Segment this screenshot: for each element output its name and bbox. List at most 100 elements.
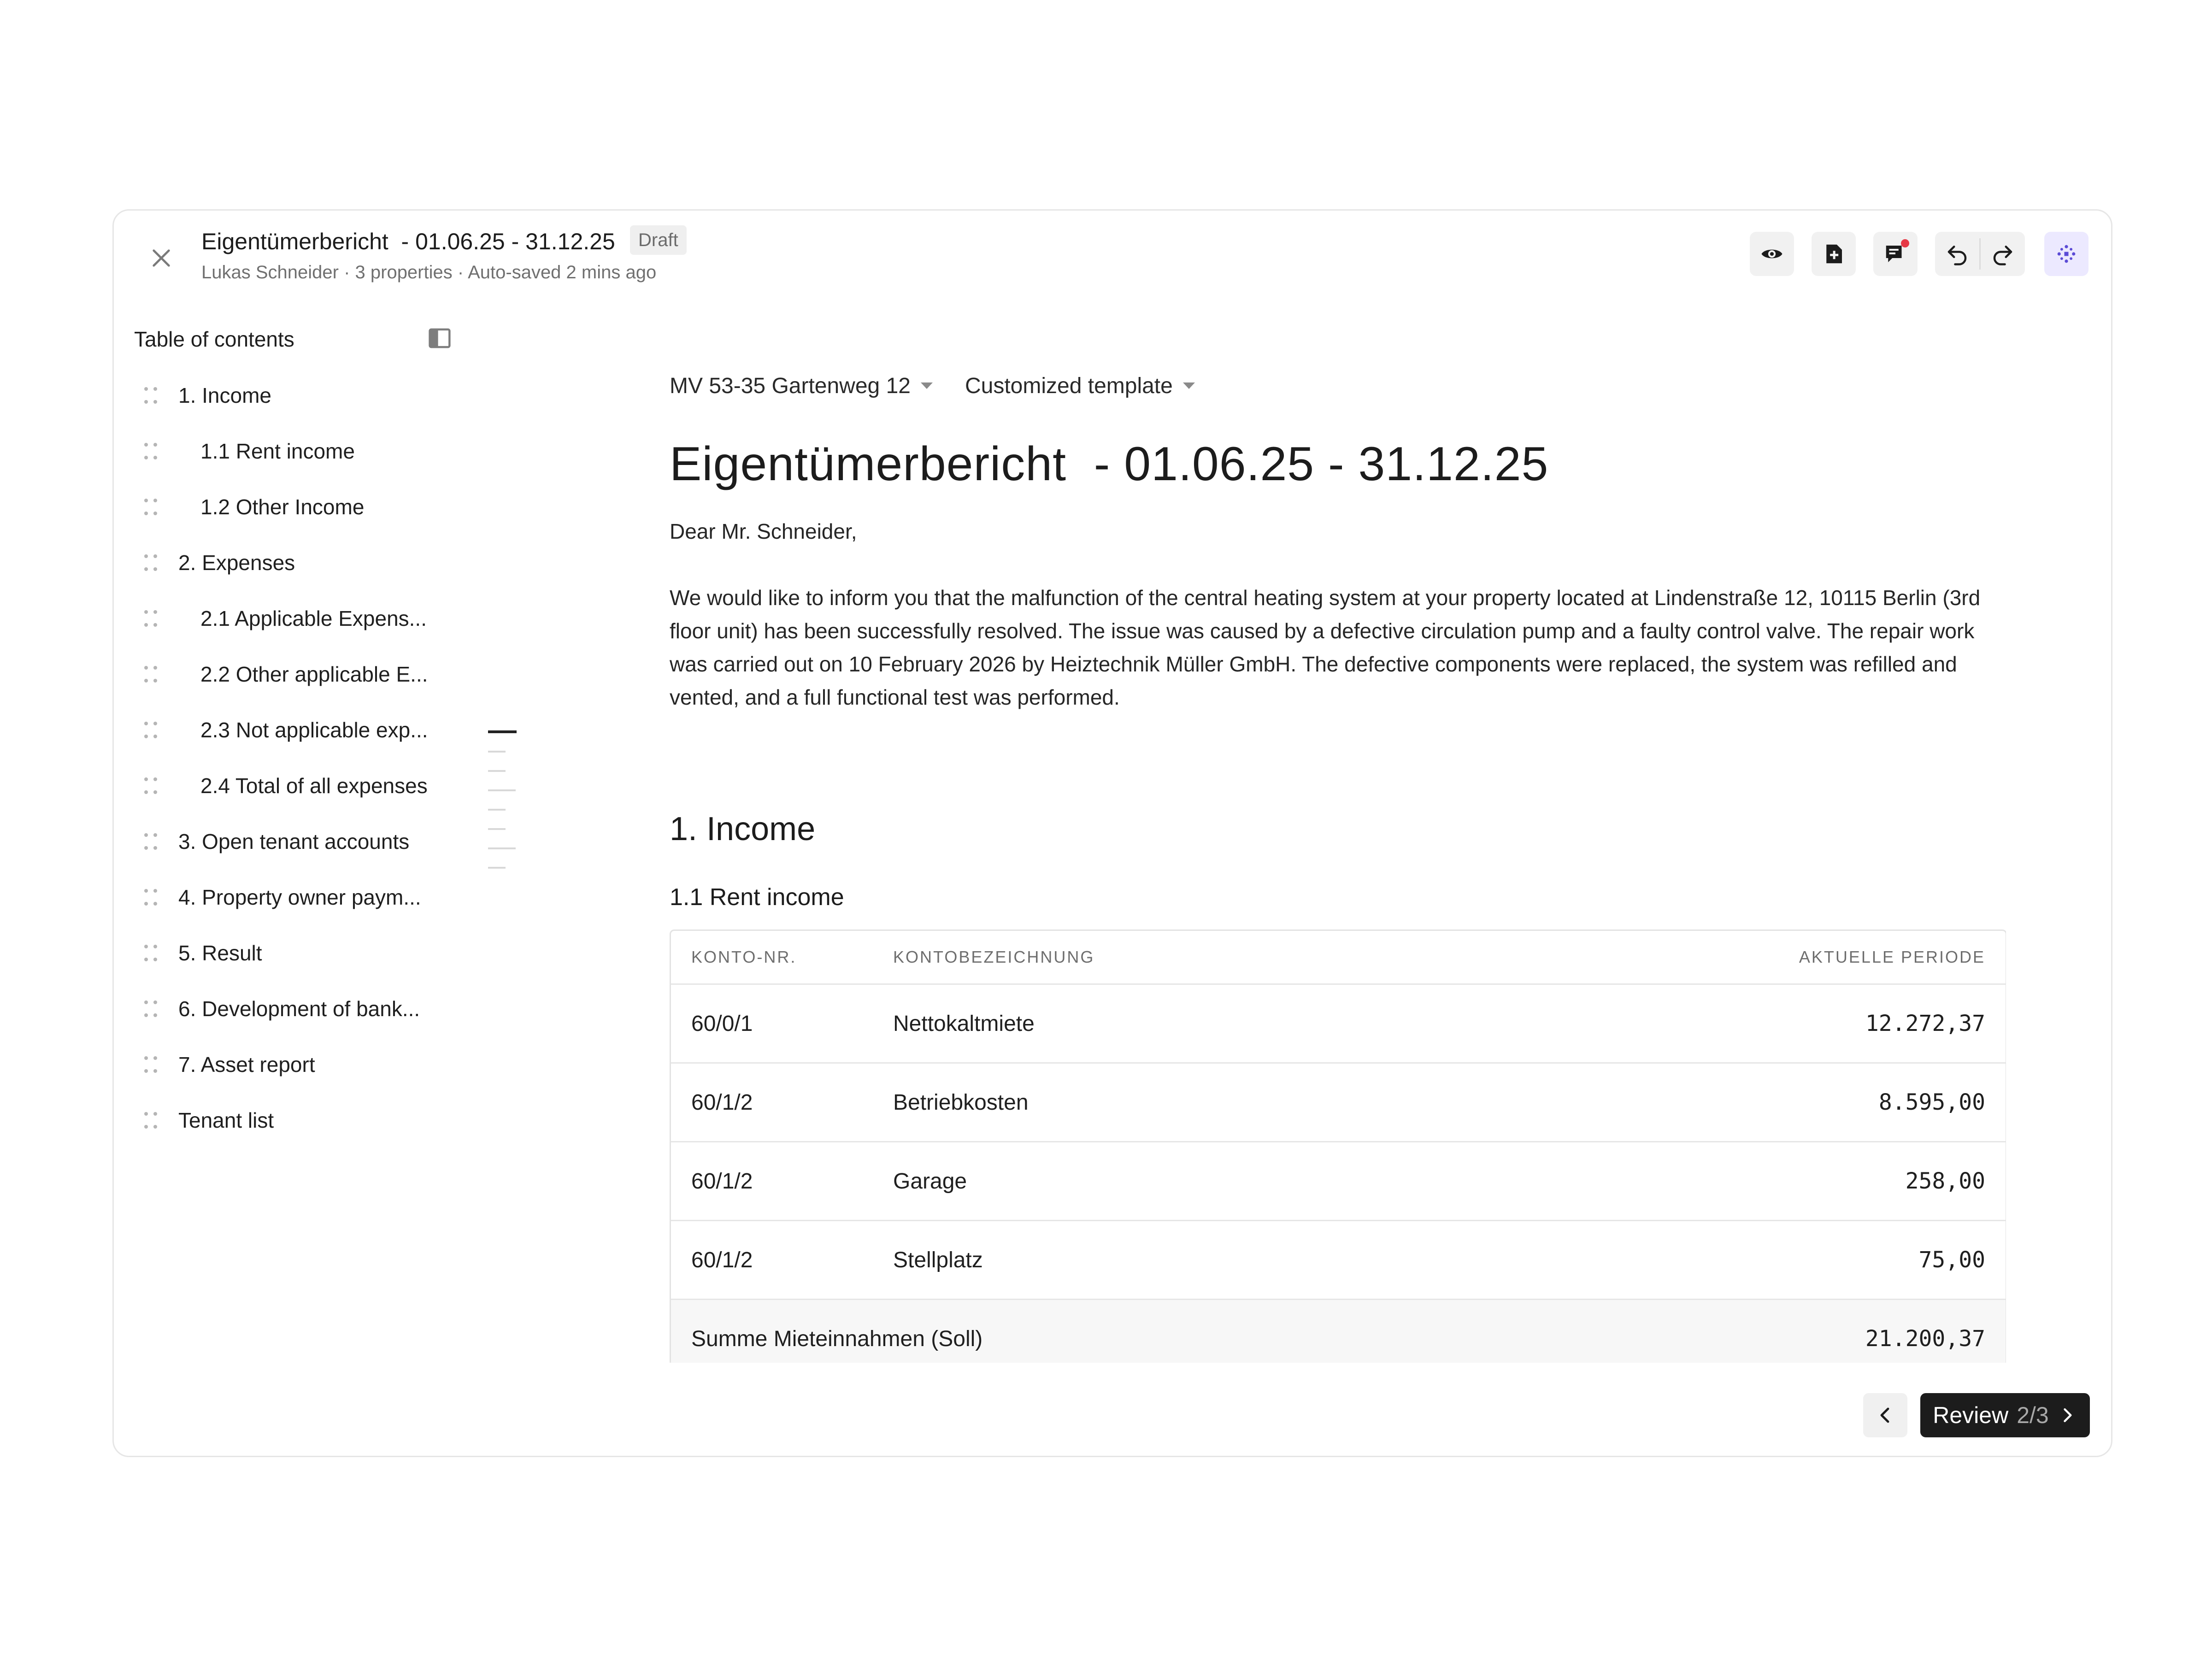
undo-button[interactable] (1935, 232, 1979, 276)
caret-down-icon (920, 382, 933, 389)
drag-handle-icon[interactable] (140, 607, 162, 629)
add-page-icon (1826, 244, 1842, 264)
toc-item[interactable]: 7. Asset report (134, 1036, 530, 1092)
history-button-group (1935, 232, 2025, 276)
drag-handle-icon[interactable] (140, 496, 162, 518)
toc-item-label: 2.1 Applicable Expens... (200, 606, 427, 630)
table-row[interactable]: 60/1/2 Betriebkosten 8.595,00 (671, 1062, 2006, 1141)
notification-dot (1901, 239, 1909, 247)
previous-review-button[interactable] (1863, 1393, 1907, 1437)
toc-item[interactable]: 5. Result (134, 925, 530, 981)
sum-value: 21.200,37 (1865, 1326, 1985, 1352)
drag-handle-icon[interactable] (140, 384, 162, 406)
review-next-button[interactable]: Review 2/3 (1920, 1393, 2090, 1437)
document-heading[interactable]: Eigentümerbericht - 01.06.25 - 31.12.25 (670, 432, 2006, 496)
toc-item[interactable]: 2.1 Applicable Expens... (134, 590, 530, 646)
toc-item[interactable]: 1. Income (134, 367, 530, 423)
comments-button-group (1873, 232, 1918, 276)
drag-handle-icon[interactable] (140, 663, 162, 685)
cell-konto: 60/1/2 (691, 1090, 753, 1115)
document-minimap[interactable] (488, 730, 520, 886)
toc-item-label: 3. Open tenant accounts (178, 829, 410, 853)
toc-collapse-button[interactable] (427, 326, 452, 351)
status-badge: Draft (630, 225, 687, 255)
toc-item-label: 1. Income (178, 383, 271, 407)
table-row[interactable]: 60/0/1 Nettokaltmiete 12.272,37 (671, 983, 2006, 1062)
toc-item-label: 2.4 Total of all expenses (200, 773, 428, 798)
add-page-button[interactable] (1812, 232, 1856, 276)
cell-betrag: 75,00 (1918, 1247, 1986, 1273)
template-dropdown[interactable]: Customized template (965, 373, 1195, 399)
toc-item-label: 1.1 Rent income (200, 439, 355, 463)
close-icon (153, 249, 170, 267)
toc-item[interactable]: Tenant list (134, 1092, 530, 1148)
toc-item[interactable]: 3. Open tenant accounts (134, 813, 530, 869)
drag-handle-icon[interactable] (140, 552, 162, 574)
section-heading-income[interactable]: 1. Income (670, 806, 2006, 852)
document-title: Eigentümerbericht - 01.06.25 - 31.12.25 (201, 229, 615, 254)
drag-handle-icon[interactable] (140, 775, 162, 797)
drag-handle-icon[interactable] (140, 886, 162, 908)
table-header-row: KONTO-NR. KONTOBEZEICHNUNG AKTUELLE PERI… (671, 931, 2006, 983)
toc-item-label: 2.2 Other applicable E... (200, 662, 428, 686)
body-paragraph[interactable]: We would like to inform you that the mal… (670, 581, 2006, 714)
drag-handle-icon[interactable] (140, 1053, 162, 1076)
toc-item[interactable]: 2.3 Not applicable exp... (134, 702, 530, 758)
minimap-marker (488, 751, 506, 753)
toc-item-label: 2. Expenses (178, 550, 295, 575)
drag-handle-icon[interactable] (140, 998, 162, 1020)
minimap-marker-active (488, 730, 517, 733)
column-header-periode: AKTUELLE PERIODE (1799, 947, 1985, 966)
toc-item[interactable]: 4. Property owner paym... (134, 869, 530, 925)
minimap-marker (488, 867, 506, 869)
rent-income-table: KONTO-NR. KONTOBEZEICHNUNG AKTUELLE PERI… (670, 930, 2006, 1363)
subsection-heading-rent-income[interactable]: 1.1 Rent income (670, 879, 2006, 916)
toc-item-label: Tenant list (178, 1108, 274, 1132)
toc-list: 1. Income 1.1 Rent income 1.2 Other Income… (134, 367, 530, 1148)
sum-label: Summe Mieteinnahmen (Soll) (691, 1326, 983, 1351)
ai-button-group (2044, 232, 2088, 276)
preview-button[interactable] (1750, 232, 1794, 276)
toc-item-label: 4. Property owner paym... (178, 885, 421, 909)
toc-item[interactable]: 1.2 Other Income (134, 479, 530, 535)
cell-konto: 60/1/2 (691, 1169, 753, 1194)
comments-button[interactable] (1873, 232, 1918, 276)
sidebar-toggle-icon (429, 328, 451, 348)
redo-icon (1993, 246, 2012, 265)
redo-button[interactable] (1981, 232, 2025, 276)
document-selectors: MV 53-35 Gartenweg 12 Customized templat… (670, 367, 2006, 404)
minimap-marker (488, 847, 516, 849)
drag-handle-icon[interactable] (140, 1109, 162, 1131)
cell-bezeichnung: Betriebkosten (893, 1090, 1029, 1115)
toc-item-label: 1.2 Other Income (200, 494, 365, 519)
caret-down-icon (1182, 382, 1195, 389)
table-row[interactable]: 60/1/2 Stellplatz 75,00 (671, 1220, 2006, 1299)
review-label: Review (1933, 1402, 2009, 1428)
toc-title: Table of contents (134, 327, 294, 351)
cell-bezeichnung: Stellplatz (893, 1247, 983, 1272)
sparkle-icon (2057, 245, 2076, 263)
minimap-marker (488, 789, 516, 791)
preview-button-group (1750, 232, 1794, 276)
drag-handle-icon[interactable] (140, 830, 162, 853)
property-dropdown-value: MV 53-35 Gartenweg 12 (670, 373, 911, 398)
drag-handle-icon[interactable] (140, 440, 162, 462)
minimap-marker (488, 828, 506, 830)
property-dropdown[interactable]: MV 53-35 Gartenweg 12 (670, 373, 933, 399)
toc-item[interactable]: 6. Development of bank... (134, 981, 530, 1036)
chevron-right-icon (2064, 1408, 2072, 1423)
table-row[interactable]: 60/1/2 Garage 258,00 (671, 1141, 2006, 1220)
drag-handle-icon[interactable] (140, 942, 162, 964)
toc-item[interactable]: 2.4 Total of all expenses (134, 758, 530, 813)
salutation-text[interactable]: Dear Mr. Schneider, (670, 515, 2006, 548)
close-button[interactable] (141, 237, 182, 279)
drag-handle-icon[interactable] (140, 719, 162, 741)
table-sum-row: Summe Mieteinnahmen (Soll) 21.200,37 (671, 1299, 2006, 1363)
undo-icon (1947, 246, 1967, 265)
ai-assistant-button[interactable] (2044, 232, 2088, 276)
toc-item[interactable]: 2.2 Other applicable E... (134, 646, 530, 702)
toc-item[interactable]: 1.1 Rent income (134, 423, 530, 479)
toc-item-label: 2.3 Not applicable exp... (200, 718, 428, 742)
minimap-marker (488, 809, 506, 811)
toc-item[interactable]: 2. Expenses (134, 535, 530, 590)
